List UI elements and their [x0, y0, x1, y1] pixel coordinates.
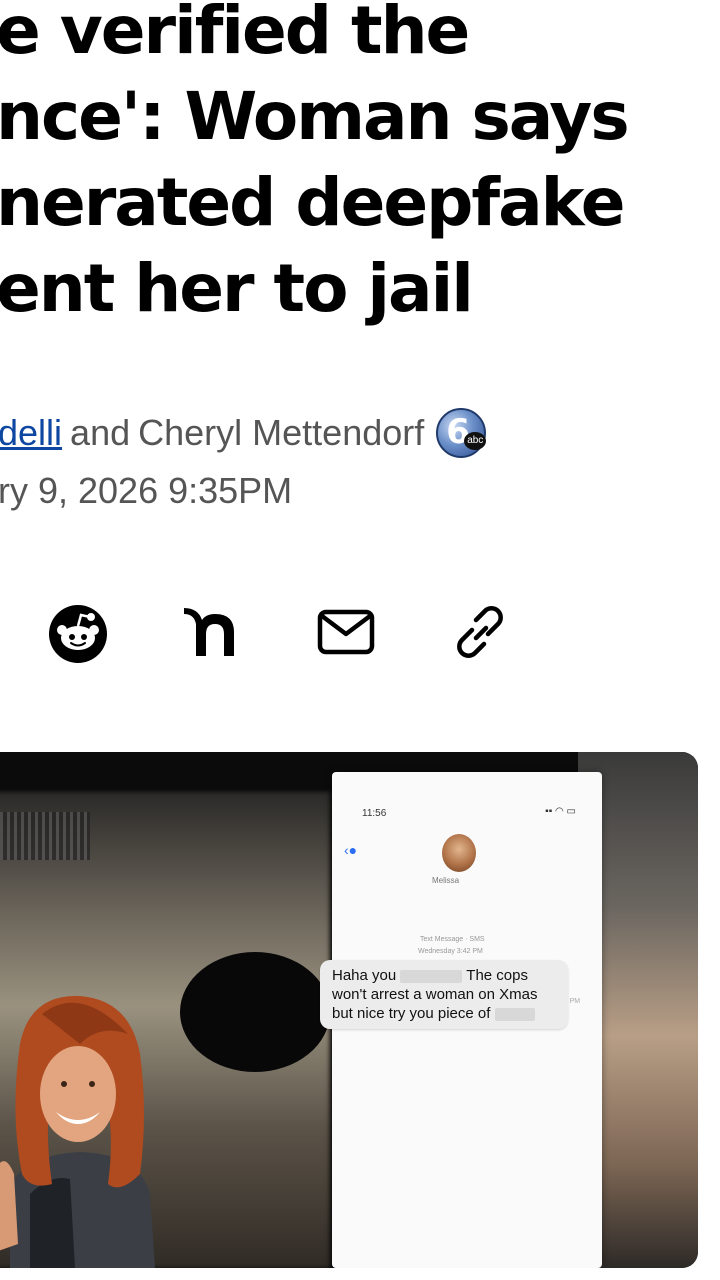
contact-avatar: [442, 834, 476, 872]
headline-line: ent her to jail: [0, 250, 474, 327]
6abc-logo-icon: 6 abc: [436, 408, 487, 458]
contact-name: Melissa: [432, 876, 460, 885]
woman-portrait: [0, 995, 155, 1268]
message-bubble: Haha you The cops won't arrest a woman o…: [320, 960, 568, 1029]
email-share-button[interactable]: [314, 600, 378, 664]
back-chevron-icon: ‹●: [344, 842, 358, 858]
copy-link-button[interactable]: [448, 600, 512, 664]
reddit-icon: [49, 605, 107, 663]
link-icon: [457, 606, 503, 658]
publish-date: ry 9, 2026 9:35PM: [0, 470, 293, 511]
byline: delli and Cheryl Mettendorf 6 abc: [0, 408, 487, 458]
headline-line: nce': Woman says: [0, 78, 630, 155]
phone-status-time: 11:56: [362, 808, 387, 819]
redaction-block: [400, 969, 463, 983]
headline-line: e verified the: [0, 0, 470, 69]
second-author: Cheryl Mettendorf: [138, 412, 425, 453]
message-text-part1: Haha you: [332, 967, 397, 984]
nextdoor-icon: [184, 608, 234, 656]
signal-wifi-battery-icon: ▪▪ ◠ ▭: [545, 806, 576, 817]
dark-shape: [180, 952, 330, 1072]
nextdoor-share-button[interactable]: [180, 600, 244, 664]
background-shelf: [0, 812, 90, 860]
thread-day: Wednesday 3:42 PM: [418, 948, 483, 955]
redaction-block: [494, 1007, 535, 1021]
headline-line: nerated deepfake: [0, 164, 626, 241]
byline-conjunction: and: [70, 412, 131, 453]
reddit-share-button[interactable]: [46, 600, 110, 664]
article-hero-image[interactable]: 11:56 ▪▪ ◠ ▭ ‹● Melissa Text Message · S…: [0, 752, 698, 1268]
thread-label: Text Message · SMS: [420, 936, 485, 943]
email-icon: [317, 609, 375, 655]
author-link[interactable]: delli: [0, 412, 62, 454]
article-headline: e verified the nce': Woman says nerated …: [0, 0, 720, 332]
share-bar: [0, 600, 720, 670]
